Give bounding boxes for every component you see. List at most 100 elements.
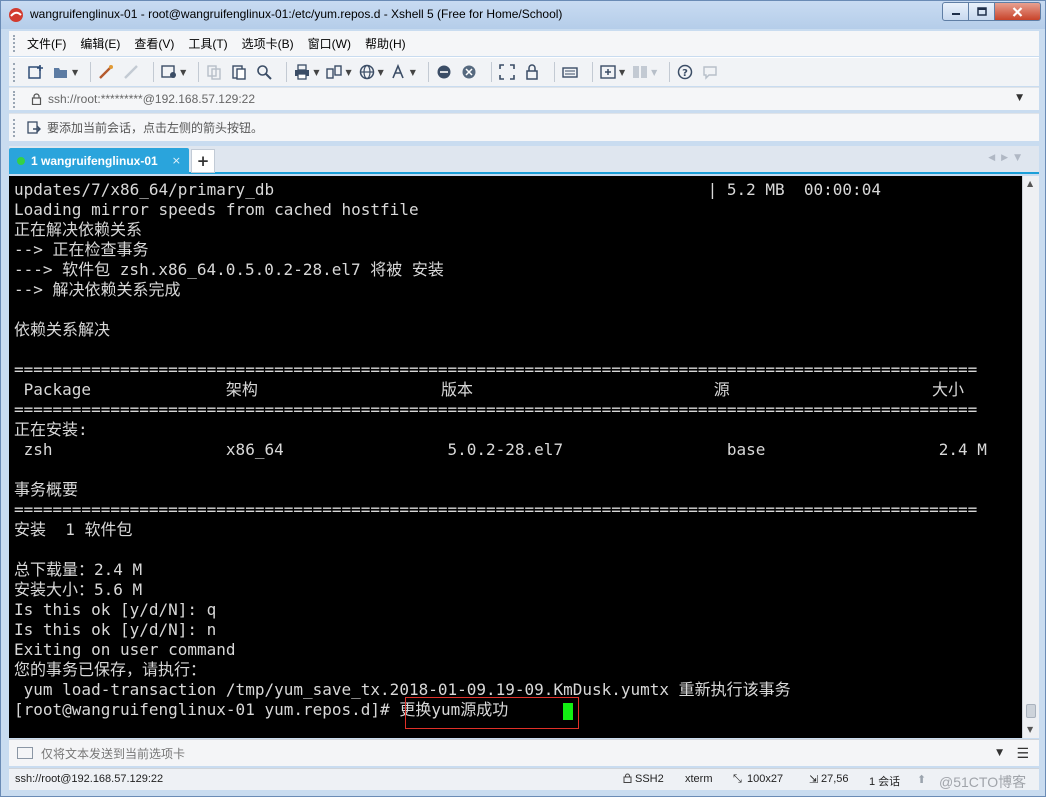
- xshell-window: wangruifenglinux-01 - root@wangruifengli…: [0, 0, 1046, 797]
- compose-input[interactable]: 仅将文本发送到当前选项卡: [41, 745, 185, 762]
- terminal-line: ---> 软件包 zsh.x86_64.0.5.0.2-28.el7 将被 安装: [14, 260, 444, 279]
- properties-icon[interactable]: [160, 63, 178, 81]
- compose-keyboard-icon[interactable]: [17, 747, 33, 759]
- close-button[interactable]: [995, 2, 1041, 21]
- terminal-scrollbar[interactable]: ▲ ▼: [1022, 176, 1039, 738]
- layout-dropdown-icon[interactable]: ▼: [651, 68, 657, 77]
- toolbar: ▼ ▼ ▼ ▼ ▼ ▼ ▼ ▼ ?: [9, 57, 1039, 86]
- status-bar: ssh://root@192.168.57.129:22 SSH2 xterm …: [9, 768, 1039, 790]
- font-dropdown-icon[interactable]: ▼: [410, 68, 416, 77]
- add-tab-dropdown-icon[interactable]: ▼: [619, 68, 625, 77]
- status-sessions: 1 会话: [869, 776, 901, 788]
- menu-tools[interactable]: 工具(T): [188, 35, 227, 52]
- address-dropdown-icon[interactable]: ▼: [1016, 93, 1023, 103]
- minimize-icon: [951, 12, 960, 15]
- xmanager-icon[interactable]: [460, 63, 478, 81]
- help-icon[interactable]: ?: [676, 63, 694, 81]
- properties-dropdown-icon[interactable]: ▼: [180, 68, 186, 77]
- compose-menu-icon[interactable]: ☰: [1016, 746, 1029, 762]
- terminal-line: --> 解决依赖关系完成: [14, 280, 181, 299]
- terminal-output[interactable]: updates/7/x86_64/primary_db | 5.2 MB 00:…: [9, 176, 1022, 738]
- address-input[interactable]: ssh://root:*********@192.168.57.129:22: [48, 92, 255, 106]
- terminal-line: updates/7/x86_64/primary_db | 5.2 MB 00:…: [14, 180, 881, 199]
- tab-close-icon[interactable]: ×: [172, 154, 181, 167]
- transfer-icon[interactable]: [325, 63, 343, 81]
- terminal-line: zsh x86_64 5.0.2-28.el7 base 2.4 M: [14, 440, 987, 459]
- open-folder-icon[interactable]: [52, 63, 70, 81]
- menu-view[interactable]: 查看(V): [134, 35, 174, 52]
- terminal-line: Loading mirror speeds from cached hostfi…: [14, 200, 419, 219]
- menu-help[interactable]: 帮助(H): [365, 35, 406, 52]
- terminal-line: Is this ok [y/d/N]: n: [14, 620, 217, 639]
- toolbar-separator: [198, 62, 200, 82]
- xshell-app-icon: [9, 8, 23, 22]
- add-session-arrow-icon[interactable]: [27, 120, 41, 135]
- maximize-button[interactable]: [969, 2, 995, 21]
- terminal-line: yum load-transaction /tmp/yum_save_tx.20…: [14, 680, 791, 699]
- toolbar-separator: [490, 62, 492, 82]
- tab-strip: 1 wangruifenglinux-01 × + ◀▶▼: [9, 146, 1039, 174]
- svg-text:?: ?: [682, 68, 688, 79]
- watermark: @51CTO博客: [939, 774, 1027, 790]
- terminal-line: 安装 1 软件包: [14, 520, 133, 539]
- menu-tab[interactable]: 选项卡(B): [242, 35, 294, 52]
- terminal-line: 总下载量：2.4 M: [14, 560, 143, 579]
- toolbar-grip[interactable]: [13, 63, 16, 82]
- new-session-icon[interactable]: [27, 63, 45, 81]
- globe-dropdown-icon[interactable]: ▼: [378, 68, 384, 77]
- print-icon[interactable]: [293, 63, 311, 81]
- minimize-button[interactable]: [942, 2, 969, 21]
- layout-icon[interactable]: [631, 63, 649, 81]
- xftp-icon[interactable]: [435, 63, 453, 81]
- terminal-line: ========================================…: [14, 500, 978, 519]
- toolbar-separator: [90, 62, 92, 82]
- terminal-line: 依赖关系解决: [14, 320, 111, 339]
- find-icon[interactable]: [255, 63, 273, 81]
- lock-icon[interactable]: [523, 63, 541, 81]
- tab-session-1[interactable]: 1 wangruifenglinux-01 ×: [9, 148, 189, 174]
- status-lock-icon: [623, 773, 632, 786]
- menu-file[interactable]: 文件(F): [27, 35, 66, 52]
- window-controls: [942, 2, 1041, 22]
- new-tab-button[interactable]: +: [191, 149, 215, 173]
- status-size-icon: ⤡: [733, 773, 742, 785]
- menu-edit[interactable]: 编辑(E): [80, 35, 120, 52]
- chat-icon[interactable]: [701, 63, 719, 81]
- hint-bar-grip[interactable]: [13, 119, 16, 137]
- status-terminal-type: xterm: [685, 773, 713, 785]
- menu-window[interactable]: 窗口(W): [308, 35, 351, 52]
- menubar-grip[interactable]: [13, 35, 16, 52]
- terminal-line: Package 架构 版本 源 大小: [14, 380, 965, 399]
- terminal-line: ========================================…: [14, 400, 978, 419]
- copy-icon[interactable]: [205, 63, 223, 81]
- terminal-line: 正在解决依赖关系: [14, 220, 143, 239]
- status-cursor-pos: 27,56: [821, 773, 849, 785]
- add-tab-icon[interactable]: [599, 63, 617, 81]
- address-bar-grip[interactable]: [13, 91, 16, 108]
- compose-dropdown-icon[interactable]: ▼: [996, 748, 1003, 758]
- open-dropdown-icon[interactable]: ▼: [72, 68, 78, 77]
- maximize-icon: [976, 7, 987, 16]
- tab-scroll-arrows-icon[interactable]: ◀▶▼: [988, 153, 1027, 163]
- globe-icon[interactable]: [358, 63, 376, 81]
- transfer-dropdown-icon[interactable]: ▼: [345, 68, 351, 77]
- scroll-down-icon[interactable]: ▼: [1027, 725, 1033, 734]
- toolbar-separator: [153, 62, 155, 82]
- keyboard-icon[interactable]: [561, 63, 579, 81]
- scroll-up-icon[interactable]: ▲: [1027, 179, 1033, 188]
- reconnect-icon[interactable]: [97, 63, 115, 81]
- terminal-line: 事务概要: [14, 480, 79, 499]
- annotation-highlight-box: [405, 697, 579, 729]
- lock-icon: [31, 93, 42, 105]
- scrollbar-thumb[interactable]: [1026, 704, 1036, 718]
- disconnect-icon[interactable]: [122, 63, 140, 81]
- font-icon[interactable]: [390, 63, 408, 81]
- status-cursor-icon: ⇲: [809, 774, 819, 786]
- terminal-line: 正在安装:: [14, 420, 88, 439]
- print-dropdown-icon[interactable]: ▼: [313, 68, 319, 77]
- paste-icon[interactable]: [230, 63, 248, 81]
- title-bar[interactable]: wangruifenglinux-01 - root@wangruifengli…: [1, 1, 1045, 29]
- tab-label: 1 wangruifenglinux-01: [31, 154, 158, 168]
- close-icon: [1012, 6, 1023, 17]
- fullscreen-icon[interactable]: [498, 63, 516, 81]
